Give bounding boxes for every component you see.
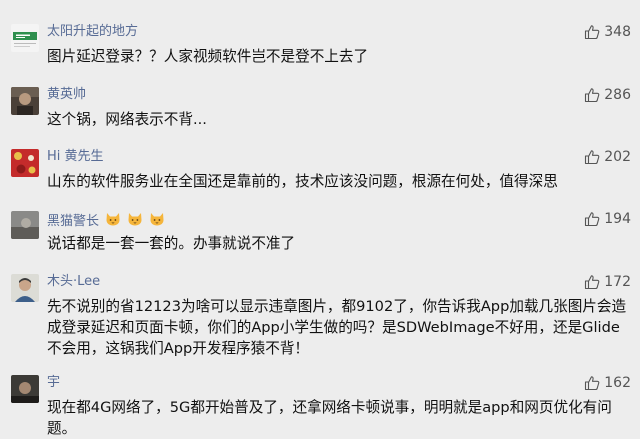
like-count: 194 xyxy=(604,211,631,227)
username[interactable]: 黄英帅 xyxy=(47,87,86,103)
username[interactable]: 太阳升起的地方 xyxy=(47,24,138,40)
comment-text: 这个锅，网络表示不背... xyxy=(47,111,207,128)
username[interactable]: 黑猫警长 xyxy=(47,214,99,229)
avatar[interactable] xyxy=(11,87,39,115)
username[interactable]: Hi 黄先生 xyxy=(47,149,104,165)
cat-face-icon xyxy=(150,213,164,226)
thumbs-up-icon xyxy=(585,25,600,40)
like-button[interactable]: 286 xyxy=(584,87,631,103)
comment-list: 太阳升起的地方 348 图片延迟登录？？人家视频软件岂不是登不上去了 黄英帅 2… xyxy=(0,0,640,439)
like-button[interactable]: 348 xyxy=(584,24,631,40)
like-count: 172 xyxy=(604,274,631,290)
thumbs-up-icon xyxy=(585,275,600,290)
like-button[interactable]: 194 xyxy=(584,211,631,227)
thumbs-up-icon xyxy=(585,150,600,165)
like-count: 286 xyxy=(604,87,631,103)
thumbs-up-icon xyxy=(585,376,600,391)
cat-face-icon xyxy=(106,213,120,226)
thumbs-up-icon xyxy=(585,212,600,227)
like-button[interactable]: 202 xyxy=(584,149,631,165)
thumbs-up-icon xyxy=(585,88,600,103)
comment-text: 先不说别的省12123为啥可以显示违章图片，都9102了，你告诉我App加载几张… xyxy=(47,298,627,357)
like-count: 202 xyxy=(604,149,631,165)
cat-face-icon xyxy=(128,213,142,226)
username[interactable]: 宇 xyxy=(47,375,60,391)
comment-text: 山东的软件服务业在全国还是靠前的，技术应该没问题，根源在何处，值得深思 xyxy=(47,173,558,190)
comment-text: 说话都是一套一套的。办事就说不准了 xyxy=(47,235,296,252)
avatar[interactable] xyxy=(11,211,39,239)
like-button[interactable]: 172 xyxy=(584,274,631,290)
avatar[interactable] xyxy=(11,149,39,177)
like-button[interactable]: 162 xyxy=(584,375,631,391)
like-count: 348 xyxy=(604,24,631,40)
username-row: 黑猫警长 xyxy=(47,211,165,230)
username[interactable]: 木头·Lee xyxy=(47,274,100,290)
avatar[interactable] xyxy=(11,375,39,403)
avatar[interactable] xyxy=(11,274,39,302)
comment-text: 图片延迟登录？？人家视频软件岂不是登不上去了 xyxy=(47,48,369,65)
comment-text: 现在都4G网络了，5G都开始普及了，还拿网络卡顿说事，明明就是app和网页优化有… xyxy=(47,399,612,437)
avatar[interactable] xyxy=(11,24,39,52)
like-count: 162 xyxy=(604,375,631,391)
